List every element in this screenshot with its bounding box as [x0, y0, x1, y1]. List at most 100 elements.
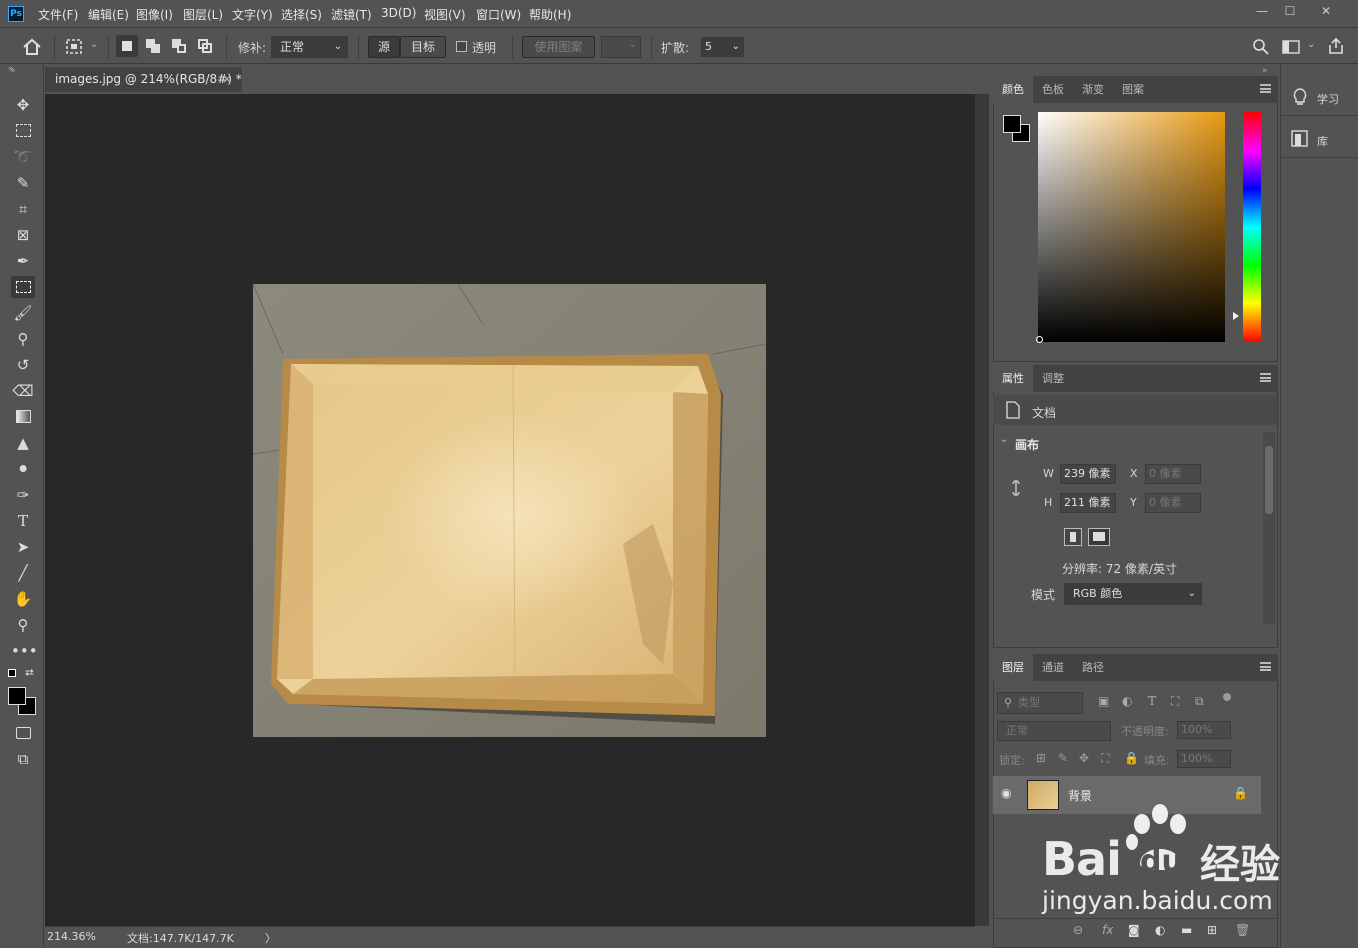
workspace-icon[interactable] — [1282, 39, 1300, 55]
color-picker-handle[interactable] — [1036, 336, 1043, 343]
menu-help[interactable]: 帮助(H) — [529, 6, 571, 23]
crop-tool-icon[interactable]: ⌗ — [11, 198, 35, 220]
diffusion-input[interactable]: 5 ⌄ — [701, 37, 744, 57]
workspace-chevron-icon[interactable]: ⌄ — [1307, 39, 1315, 50]
fx-icon[interactable]: fx — [1102, 923, 1113, 937]
search-icon[interactable] — [1252, 38, 1270, 56]
tab-gradients[interactable]: 渐变 — [1073, 76, 1113, 103]
menu-3d[interactable]: 3D(D) — [381, 6, 416, 20]
quick-selection-tool-icon[interactable]: ✎ — [11, 172, 35, 194]
maximize-button[interactable]: ☐ — [1273, 0, 1307, 22]
color-fg-swatch[interactable] — [1003, 115, 1021, 133]
menu-view[interactable]: 视图(V) — [424, 6, 466, 23]
menu-type[interactable]: 文字(Y) — [232, 6, 273, 23]
new-group-icon[interactable]: ▬ — [1181, 923, 1192, 937]
blend-mode-select[interactable]: 正常 — [997, 721, 1111, 741]
home-icon[interactable] — [22, 38, 42, 56]
panel-menu-icon[interactable] — [1260, 84, 1271, 93]
add-selection-button[interactable] — [142, 35, 164, 57]
filter-toggle-icon[interactable] — [1223, 693, 1231, 701]
subtract-selection-button[interactable] — [168, 35, 190, 57]
tab-channels[interactable]: 通道 — [1033, 654, 1073, 681]
line-tool-icon[interactable]: ╱ — [11, 562, 35, 584]
hue-slider-handle[interactable] — [1233, 312, 1239, 320]
tab-swatches[interactable]: 色板 — [1033, 76, 1073, 103]
menu-window[interactable]: 窗口(W) — [476, 6, 521, 23]
canvas-scrollbar[interactable] — [975, 94, 989, 926]
document-image[interactable] — [253, 284, 766, 737]
library-item[interactable]: 库 — [1281, 120, 1358, 158]
intersect-selection-button[interactable] — [194, 35, 216, 57]
screen-mode-icon[interactable]: ⧉ — [11, 748, 35, 770]
color-field[interactable] — [1038, 112, 1225, 342]
fill-input[interactable]: 100% — [1177, 750, 1231, 768]
landscape-orientation-icon[interactable] — [1088, 528, 1110, 546]
source-button[interactable]: 源 — [368, 36, 400, 58]
link-layers-icon[interactable]: ⊖ — [1073, 923, 1083, 937]
status-arrow-icon[interactable]: 〉 — [265, 930, 276, 946]
tab-layers[interactable]: 图层 — [993, 654, 1033, 681]
delete-layer-icon[interactable]: 🗑 — [1235, 923, 1250, 937]
filter-adjustment-icon[interactable]: ◐ — [1122, 694, 1132, 708]
filter-smart-object-icon[interactable]: ⧉ — [1195, 694, 1204, 709]
learn-item[interactable]: 学习 — [1281, 78, 1358, 116]
eyedropper-tool-icon[interactable]: ✒ — [11, 250, 35, 272]
frame-tool-icon[interactable]: ⊠ — [11, 224, 35, 246]
pen-tool-icon[interactable]: ✑ — [11, 484, 35, 506]
y-input[interactable]: 0 像素 — [1145, 493, 1201, 513]
height-input[interactable]: 211 像素 — [1060, 493, 1116, 513]
blur-tool-icon[interactable]: ▲ — [11, 432, 35, 454]
patch-tool-icon[interactable] — [64, 37, 86, 57]
lock-pixels-icon[interactable]: ✎ — [1058, 751, 1068, 765]
lock-transparent-icon[interactable]: ⊞ — [1036, 751, 1046, 765]
quick-mask-icon[interactable] — [11, 722, 35, 744]
destination-button[interactable]: 目标 — [400, 36, 446, 58]
tool-preset-chevron-icon[interactable]: ⌄ — [90, 39, 98, 50]
menu-select[interactable]: 选择(S) — [281, 6, 322, 23]
gradient-tool-icon[interactable] — [11, 406, 35, 428]
foreground-color-swatch[interactable] — [8, 687, 26, 705]
menu-filter[interactable]: 滤镜(T) — [331, 6, 372, 23]
panels-collapse-icon[interactable]: » — [1262, 66, 1268, 76]
add-mask-icon[interactable]: ◙ — [1128, 923, 1140, 937]
close-window-button[interactable]: ✕ — [1309, 0, 1343, 22]
properties-scrollbar[interactable] — [1263, 432, 1275, 624]
filter-type-icon[interactable]: T — [1148, 694, 1156, 708]
patch-tool-icon[interactable] — [11, 276, 35, 298]
eraser-tool-icon[interactable]: ⌫ — [11, 380, 35, 402]
panel-menu-icon[interactable] — [1260, 373, 1271, 382]
layer-name[interactable]: 背景 — [1068, 787, 1092, 804]
marquee-tool-icon[interactable] — [11, 120, 35, 142]
path-selection-tool-icon[interactable]: ➤ — [11, 536, 35, 558]
zoom-tool-icon[interactable]: ⚲ — [11, 614, 35, 636]
brush-tool-icon[interactable]: 🖌 — [11, 302, 35, 324]
more-tools-icon[interactable]: ••• — [11, 640, 38, 662]
lock-position-icon[interactable]: ✥ — [1079, 751, 1089, 765]
visibility-eye-icon[interactable]: ◉ — [1001, 786, 1011, 800]
filter-shape-icon[interactable]: ⛶ — [1171, 694, 1179, 709]
menu-file[interactable]: 文件(F) — [38, 6, 78, 23]
stamp-tool-icon[interactable]: ⚲ — [11, 328, 35, 350]
menu-image[interactable]: 图像(I) — [136, 6, 173, 23]
portrait-orientation-icon[interactable] — [1064, 528, 1082, 546]
tab-paths[interactable]: 路径 — [1073, 654, 1113, 681]
move-tool-icon[interactable]: ✥ — [11, 94, 35, 116]
default-colors-icon[interactable] — [8, 669, 16, 677]
tab-properties[interactable]: 属性 — [993, 365, 1033, 392]
tab-adjustments[interactable]: 调整 — [1033, 365, 1073, 392]
transparent-checkbox[interactable] — [456, 41, 467, 52]
new-selection-button[interactable] — [116, 35, 138, 57]
pattern-picker[interactable]: ⌄ — [601, 36, 641, 58]
menu-edit[interactable]: 编辑(E) — [88, 6, 129, 23]
width-input[interactable]: 239 像素 — [1060, 464, 1116, 484]
mode-select[interactable]: RGB 颜色 ⌄ — [1064, 583, 1202, 605]
filter-pixel-icon[interactable]: ▣ — [1098, 694, 1109, 708]
history-brush-tool-icon[interactable]: ↺ — [11, 354, 35, 376]
panel-menu-icon[interactable] — [1260, 662, 1271, 671]
dodge-tool-icon[interactable]: ⚫ — [11, 458, 35, 480]
lasso-tool-icon[interactable]: ➰ — [11, 146, 35, 168]
lock-all-icon[interactable]: 🔒 — [1124, 751, 1139, 765]
new-layer-icon[interactable]: ⊞ — [1207, 923, 1217, 937]
tab-patterns[interactable]: 图案 — [1113, 76, 1153, 103]
menu-layer[interactable]: 图层(L) — [183, 6, 223, 23]
